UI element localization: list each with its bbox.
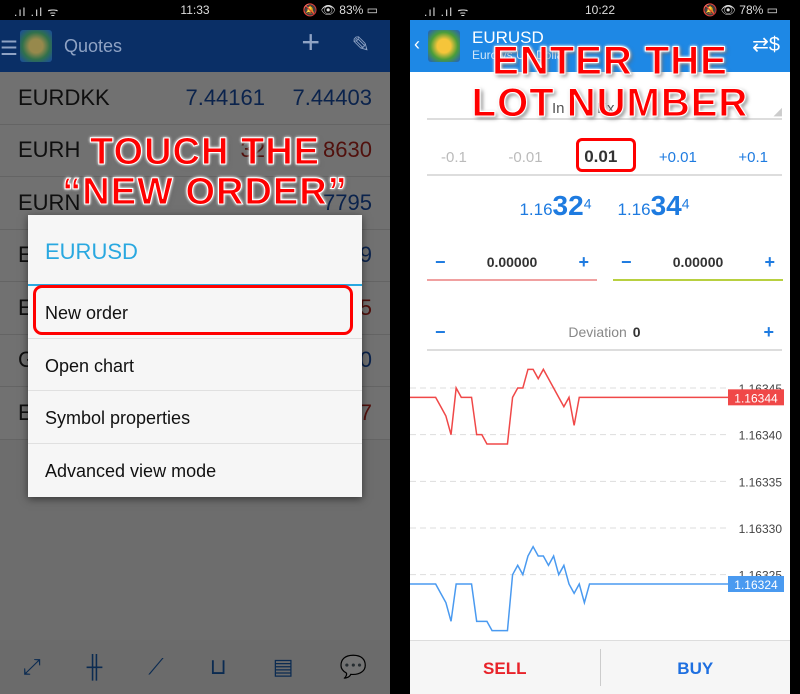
price-line bbox=[410, 367, 728, 445]
menu-item-symbol-properties[interactable]: Symbol properties bbox=[28, 391, 362, 444]
dropdown-arrow-icon: ◢ bbox=[773, 106, 782, 118]
sl-minus-button[interactable]: − bbox=[435, 252, 446, 273]
lot-minus-0.01[interactable]: -0.01 bbox=[508, 149, 542, 166]
annotation-line: TOUCH THE bbox=[90, 131, 320, 173]
tp-plus-button[interactable]: + bbox=[764, 252, 775, 273]
annotation-line: LOT NUMBER bbox=[471, 81, 749, 125]
annotation-line: “NEW ORDER” bbox=[62, 170, 348, 213]
price-line bbox=[410, 545, 728, 632]
tp-minus-button[interactable]: − bbox=[621, 252, 632, 273]
deviation-text: Deviation bbox=[568, 324, 627, 340]
sl-value[interactable]: 0.00000 bbox=[487, 254, 538, 270]
deviation-field[interactable]: − Deviation 0 + bbox=[427, 315, 782, 351]
y-tick-label: 1.16335 bbox=[739, 475, 783, 489]
dialog-title: EURUSD bbox=[28, 215, 362, 286]
tp-value[interactable]: 0.00000 bbox=[673, 254, 724, 270]
back-icon[interactable]: ‹ bbox=[414, 34, 420, 55]
lot-minus-0.1[interactable]: -0.1 bbox=[441, 149, 467, 166]
take-profit-field[interactable]: − 0.00000 + bbox=[613, 245, 783, 281]
mt4-logo bbox=[20, 30, 52, 62]
tick-chart: 1.163451.163401.163351.163301.163251.163… bbox=[410, 367, 784, 632]
price-big: 32 bbox=[552, 190, 584, 221]
menu-item-open-chart[interactable]: Open chart bbox=[28, 339, 362, 391]
ask-price: 1.16344 bbox=[618, 190, 690, 222]
lot-plus-0.01[interactable]: +0.01 bbox=[659, 149, 697, 166]
deviation-value: 0 bbox=[632, 324, 641, 340]
price-sup: 4 bbox=[583, 195, 592, 212]
hamburger-icon[interactable]: ☰ bbox=[0, 36, 18, 61]
current-price-label: 1.16344 bbox=[734, 391, 778, 405]
price-sup: 4 bbox=[681, 195, 690, 212]
status-bar: .ıl .ıl ᯤ 10:22 🔕 👁 78% ▭ bbox=[410, 0, 790, 20]
stop-loss-field[interactable]: − 0.00000 + bbox=[427, 245, 597, 281]
highlight-box bbox=[576, 138, 636, 172]
annotation-line: ENTER THE bbox=[492, 39, 728, 83]
highlight-box bbox=[33, 285, 353, 335]
battery-status: 🔕 👁 83% ▭ bbox=[302, 3, 378, 17]
bid-price: 1.16324 bbox=[519, 190, 591, 222]
price-display: 1.16324 1.16344 bbox=[427, 190, 782, 222]
price-prefix: 1.16 bbox=[617, 200, 651, 219]
status-bar: .ıl .ıl ᯤ 11:33 🔕 👁 83% ▭ bbox=[0, 0, 390, 20]
battery-status: 🔕 👁 78% ▭ bbox=[702, 3, 778, 17]
annotation-enter-lot: ENTER THE LOT NUMBER bbox=[455, 39, 765, 125]
deviation-plus-button[interactable]: + bbox=[763, 322, 774, 343]
app-header: ☰ Quotes + ✎ bbox=[0, 20, 390, 72]
menu-item-advanced-view[interactable]: Advanced view mode bbox=[28, 444, 362, 497]
deviation-label: Deviation 0 bbox=[568, 324, 640, 340]
symbol-context-menu: EURUSD New order Open chart Symbol prope… bbox=[28, 215, 362, 497]
y-tick-label: 1.16330 bbox=[739, 522, 783, 536]
page-title: Quotes bbox=[64, 35, 123, 56]
annotation-touch-new-order: TOUCH THE “NEW ORDER” bbox=[40, 131, 370, 213]
sl-plus-button[interactable]: + bbox=[578, 252, 589, 273]
pencil-icon[interactable]: ✎ bbox=[352, 32, 370, 58]
y-tick-label: 1.16340 bbox=[739, 429, 783, 443]
left-phone-screen: .ıl .ıl ᯤ 11:33 🔕 👁 83% ▭ ☰ Quotes + ✎ E… bbox=[0, 0, 390, 694]
price-prefix: 1.16 bbox=[519, 200, 553, 219]
buy-button[interactable]: BUY bbox=[601, 641, 791, 694]
lot-plus-0.1[interactable]: +0.1 bbox=[738, 149, 768, 166]
plus-icon[interactable]: + bbox=[301, 24, 320, 61]
sell-button[interactable]: SELL bbox=[410, 649, 601, 686]
order-buttons: SELL BUY bbox=[410, 640, 790, 694]
price-big: 34 bbox=[650, 190, 682, 221]
deviation-minus-button[interactable]: − bbox=[435, 322, 446, 343]
current-price-label: 1.16324 bbox=[734, 578, 778, 592]
